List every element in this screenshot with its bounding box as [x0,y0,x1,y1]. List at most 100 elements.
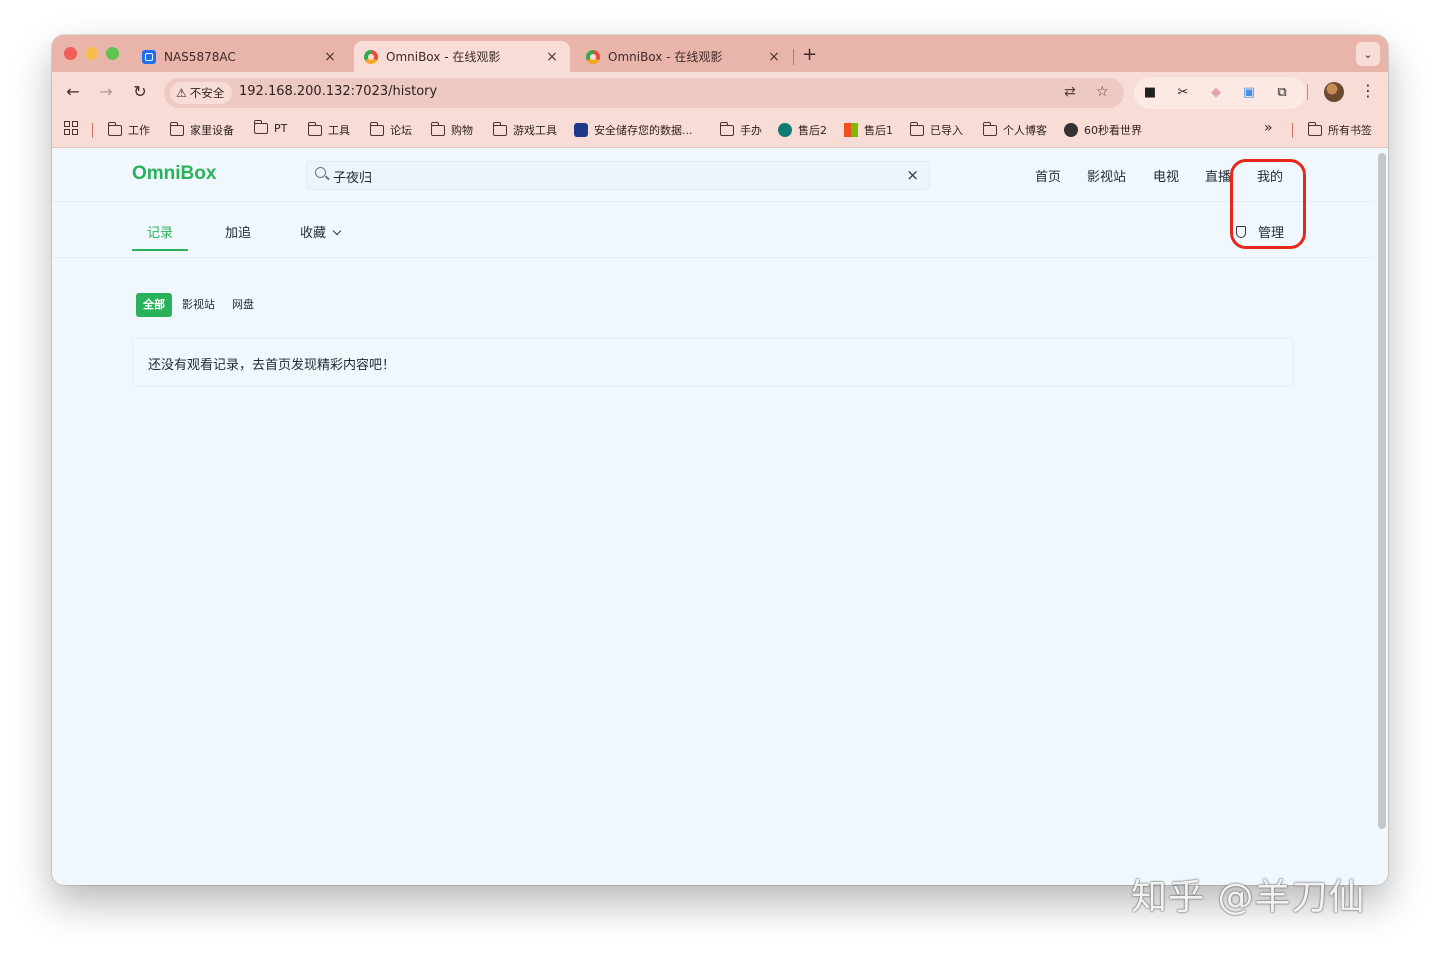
tab-strip: NAS5878AC × OmniBox - 在线观影 × OmniBox - 在… [52,35,1388,72]
bookmark-star-icon[interactable]: ☆ [1096,84,1109,100]
bookmark-item[interactable]: 购物 [431,121,473,138]
tab-search-button[interactable]: ⌄ [1356,42,1380,66]
nav-tv[interactable]: 电视 [1153,166,1179,185]
browser-window: NAS5878AC × OmniBox - 在线观影 × OmniBox - 在… [52,35,1388,885]
globe-icon [1064,123,1078,137]
tab-omnibox[interactable]: OmniBox - 在线观影 × [576,41,792,72]
bookmark-label: 售后2 [798,124,827,137]
reload-button[interactable]: ↻ [129,81,151,103]
bookmark-label: 已导入 [930,124,963,137]
translate-icon[interactable]: ⇄ [1064,84,1076,100]
bookmark-label: 安全储存您的数据... [594,124,693,137]
bookmark-item[interactable]: 游戏工具 [493,121,557,138]
search-box[interactable]: × [306,161,930,190]
page-scrollbar[interactable] [1378,153,1386,829]
bookmark-label: 论坛 [390,124,412,137]
site-logo[interactable]: OmniBox [132,163,216,185]
extension-mask-icon[interactable]: ■ [1142,85,1158,101]
profile-avatar[interactable] [1324,82,1344,102]
forward-button[interactable]: → [95,81,117,103]
nav-home[interactable]: 首页 [1035,166,1061,185]
folder-icon [910,121,924,136]
extension-pink-icon[interactable]: ◆ [1208,85,1224,101]
empty-state: 还没有观看记录，去首页发现精彩内容吧！ [132,338,1294,387]
folder-icon [720,121,734,136]
tab-history[interactable]: 记录 [147,222,173,241]
folder-icon [254,120,268,134]
bookmarks-bar: 工作 家里设备 PT 工具 论坛 购物 游戏工具 安全储存您的数据... 手办 … [52,112,1388,148]
bookmark-item[interactable]: 售后2 [778,122,827,138]
bookmark-item[interactable]: 工具 [308,121,350,138]
nav-sites[interactable]: 影视站 [1087,166,1126,185]
tab-favorites[interactable]: 收藏 [300,222,342,241]
zoom-window-button[interactable] [106,47,119,60]
microsoft-icon [844,123,858,137]
bookmark-item[interactable]: 论坛 [370,121,412,138]
apps-grid-icon[interactable] [64,121,78,135]
omnibox-icon [364,49,378,64]
tab-follow[interactable]: 加追 [225,222,251,241]
minimize-window-button[interactable] [85,47,98,60]
tab-omnibox-active[interactable]: OmniBox - 在线观影 × [354,41,570,72]
nav-live[interactable]: 直播 [1205,166,1231,185]
address-bar[interactable]: ⚠ 不安全 192.168.200.132:7023/history ⇄ ☆ [164,78,1124,108]
tab-close-icon[interactable]: × [322,49,338,65]
tab-close-icon[interactable]: × [544,49,560,65]
extension-scissors-icon[interactable]: ✂ [1175,85,1191,101]
tab-title: OmniBox - 在线观影 [608,50,723,64]
bookmark-label: 个人博客 [1003,124,1047,137]
bookmark-item[interactable]: PT [254,120,288,135]
watermark: 知乎 @羊刀仙 [1131,877,1366,918]
filter-netdisk[interactable]: 网盘 [225,293,261,317]
new-tab-button[interactable]: + [802,44,817,65]
folder-icon [308,121,322,136]
bookmark-label: 所有书签 [1328,124,1372,137]
all-bookmarks-button[interactable]: 所有书签 [1308,121,1372,138]
tab-separator [793,49,794,65]
close-window-button[interactable] [64,47,77,60]
back-button[interactable]: ← [62,81,84,103]
toolbar-separator [1307,84,1308,100]
bookmark-item[interactable]: 售后1 [844,122,893,138]
bookmark-label: PT [274,122,288,135]
bookmark-label: 手办 [740,124,762,137]
bookmark-label: 工作 [128,124,150,137]
bookmark-item[interactable]: 手办 [720,121,762,138]
extensions-puzzle-icon[interactable]: ⧉ [1274,85,1290,101]
bookmark-label: 游戏工具 [513,124,557,137]
folder-icon [170,121,184,136]
bookmark-item[interactable]: 工作 [108,121,150,138]
security-indicator[interactable]: ⚠ 不安全 [170,82,233,104]
site-header: OmniBox × 首页 影视站 电视 直播 我的 [52,149,1374,202]
folder-icon [108,121,122,136]
filter-all[interactable]: 全部 [136,293,172,317]
tab-favorites-label: 收藏 [300,226,327,241]
filter-sites[interactable]: 影视站 [175,293,222,317]
tab-title: NAS5878AC [164,49,236,64]
more-bookmarks-icon[interactable]: » [1264,120,1273,136]
url-text[interactable]: 192.168.200.132:7023/history [239,84,437,99]
bookmark-label: 家里设备 [190,124,234,137]
bookmark-item[interactable]: 家里设备 [170,121,234,138]
bookmark-item[interactable]: 60秒看世界 [1064,122,1142,138]
bookmark-separator [1292,123,1293,138]
browser-menu-icon[interactable]: ⋮ [1360,81,1376,100]
folder-icon [431,121,445,136]
omnibox-icon [586,49,600,64]
bookmark-item[interactable]: 已导入 [910,121,963,138]
chevron-down-icon [332,226,342,236]
extension-blue-icon[interactable]: ▣ [1241,85,1257,101]
active-tab-indicator [132,249,188,251]
tab-nas[interactable]: NAS5878AC × [132,41,348,72]
tab-close-icon[interactable]: × [766,49,782,65]
storage-icon [574,123,588,137]
bookmark-label: 60秒看世界 [1084,124,1142,137]
search-icon [315,167,326,178]
search-input[interactable] [333,166,893,186]
bookmark-item[interactable]: 安全储存您的数据... [574,122,693,138]
nas-icon [142,49,156,64]
extensions-group: ■ ✂ ◆ ▣ ⧉ [1134,77,1306,109]
clear-search-icon[interactable]: × [906,166,919,184]
bookmark-item[interactable]: 个人博客 [983,121,1047,138]
bookmark-separator [92,123,93,138]
